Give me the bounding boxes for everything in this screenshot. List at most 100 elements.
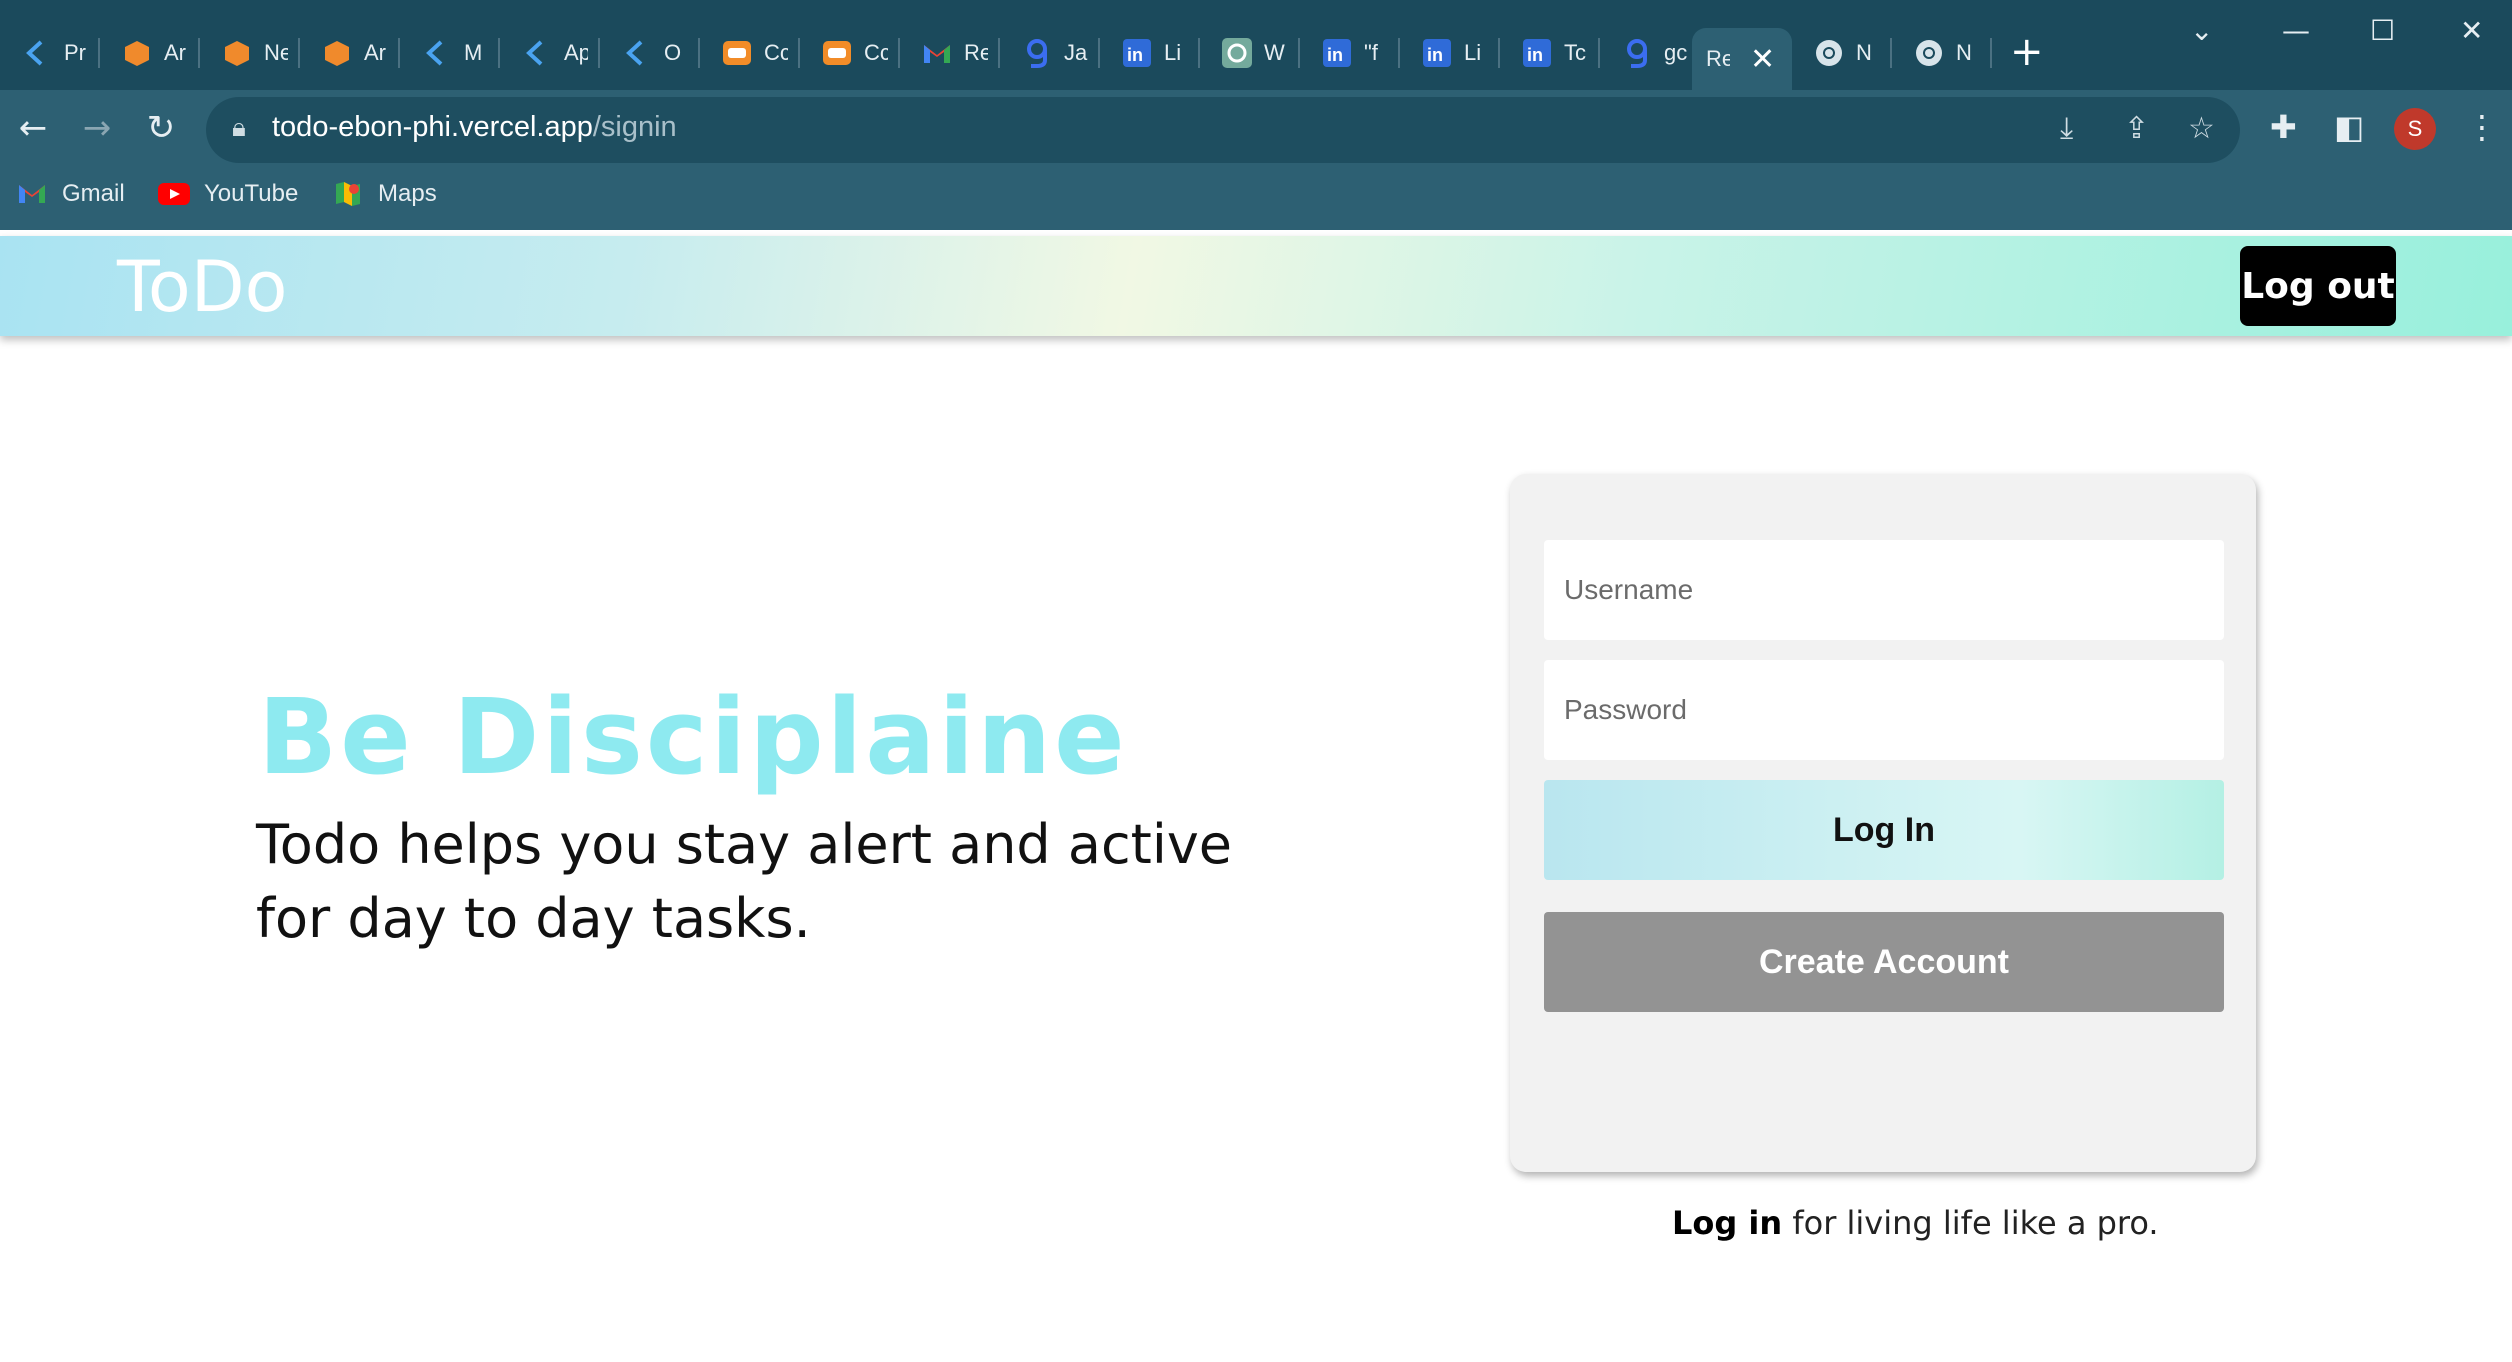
- codechef-icon: [822, 38, 852, 68]
- browser-tab[interactable]: Pr: [0, 28, 100, 78]
- back-icon[interactable]: ←: [8, 108, 58, 148]
- tab-title: Re: [964, 40, 988, 65]
- tab-title: Pr: [64, 40, 86, 65]
- url-host: todo-ebon-phi.vercel.app: [272, 111, 593, 143]
- tab-title: M: [464, 40, 483, 65]
- svg-text:in: in: [1527, 45, 1543, 65]
- linkedin-icon: in: [1122, 38, 1152, 68]
- tab-title: O: [664, 40, 682, 65]
- browser-tab[interactable]: in Li: [1100, 28, 1200, 78]
- tab-title: N: [1956, 40, 1972, 65]
- url-path: /signin: [592, 111, 677, 143]
- login-tagline: Log in for living life like a pro.: [1672, 1204, 2159, 1242]
- forward-icon[interactable]: →: [72, 108, 122, 148]
- browser-tab[interactable]: M: [400, 28, 500, 78]
- browser-tab[interactable]: Ar: [300, 28, 400, 78]
- gmail-icon: [922, 38, 952, 68]
- logout-button[interactable]: Log out: [2240, 246, 2396, 326]
- openai-icon: [1222, 38, 1252, 68]
- k-icon: [522, 38, 552, 68]
- linkedin-icon: in: [1422, 38, 1452, 68]
- browser-tab[interactable]: Ap: [500, 28, 600, 78]
- tab-title: N: [1856, 40, 1872, 65]
- svg-text:in: in: [1327, 45, 1343, 65]
- tab-search-icon[interactable]: ⌄: [2190, 14, 2213, 47]
- browser-tab[interactable]: Ne: [200, 28, 300, 78]
- browser-tab[interactable]: Cc: [700, 28, 800, 78]
- share-icon[interactable]: ⇪: [2124, 111, 2149, 146]
- browser-tab-active[interactable]: Re ✕: [1692, 28, 1792, 90]
- password-input[interactable]: [1544, 660, 2224, 760]
- tab-title: gc: [1664, 40, 1688, 65]
- svg-text:in: in: [1427, 45, 1443, 65]
- browser-tab[interactable]: in Li: [1400, 28, 1500, 78]
- box-icon: [122, 38, 152, 68]
- new-tab-button[interactable]: +: [2010, 30, 2044, 74]
- reload-icon[interactable]: ↻: [136, 108, 186, 148]
- tab-title: Ja: [1064, 40, 1088, 65]
- minimize-icon[interactable]: —: [2282, 14, 2310, 47]
- bookmark-label: Maps: [378, 180, 437, 207]
- username-input[interactable]: [1544, 540, 2224, 640]
- maps-icon: [332, 181, 364, 207]
- tab-divider: [1990, 38, 1992, 68]
- maximize-icon[interactable]: ☐: [2370, 14, 2395, 47]
- install-app-icon[interactable]: ⤓: [2060, 111, 2073, 146]
- browser-tab[interactable]: in "f: [1300, 28, 1400, 78]
- extensions-icon[interactable]: ✚: [2270, 108, 2297, 146]
- tab-title: Li: [1464, 40, 1482, 65]
- tab-title: Tc: [1564, 40, 1586, 65]
- app-brand[interactable]: ToDo: [117, 246, 287, 328]
- tab-title: Ar: [164, 40, 186, 65]
- close-window-icon[interactable]: ✕: [2460, 14, 2483, 47]
- g-icon: [1622, 38, 1652, 68]
- tagline-bold: Log in: [1672, 1204, 1783, 1242]
- box-icon: [222, 38, 252, 68]
- browser-tab[interactable]: gc: [1600, 28, 1692, 78]
- browser-tab[interactable]: N: [1792, 28, 1892, 78]
- linkedin-icon: in: [1522, 38, 1552, 68]
- tab-title: Re: [1706, 46, 1730, 71]
- bookmark-youtube[interactable]: YouTube: [158, 180, 298, 208]
- bookmark-star-icon[interactable]: ☆: [2188, 111, 2215, 146]
- bookmark-label: Gmail: [62, 180, 125, 207]
- linkedin-icon: in: [1322, 38, 1352, 68]
- g-icon: [1022, 38, 1052, 68]
- hero-title: Be Disciplaine: [258, 676, 1128, 798]
- bookmark-label: YouTube: [204, 180, 299, 207]
- gmail-icon: [16, 181, 48, 207]
- box-icon: [322, 38, 352, 68]
- codechef-icon: [722, 38, 752, 68]
- create-account-button[interactable]: Create Account: [1544, 912, 2224, 1012]
- k-icon: [422, 38, 452, 68]
- browser-tab[interactable]: N: [1892, 28, 1992, 78]
- browser-tab[interactable]: in Tc: [1500, 28, 1600, 78]
- address-bar[interactable]: 🔒︎ todo-ebon-phi.vercel.app/signin ⤓ ⇪ ☆: [206, 97, 2240, 163]
- menu-kebab-icon[interactable]: ⋮: [2466, 108, 2498, 146]
- close-tab-icon[interactable]: ✕: [1750, 42, 1775, 77]
- tab-title: Cc: [764, 40, 788, 65]
- bookmark-maps[interactable]: Maps: [332, 180, 437, 208]
- youtube-icon: [158, 181, 190, 207]
- chrome-icon: [1814, 38, 1844, 68]
- k-icon: [22, 38, 52, 68]
- svg-text:in: in: [1127, 45, 1143, 65]
- profile-avatar[interactable]: S: [2394, 108, 2436, 150]
- tab-title: W: [1264, 40, 1285, 65]
- bookmark-gmail[interactable]: Gmail: [16, 180, 125, 208]
- tab-title: Ne: [264, 40, 288, 65]
- tab-title: Ap: [564, 40, 588, 65]
- lock-icon: 🔒︎: [232, 113, 246, 143]
- side-panel-icon[interactable]: ◧: [2334, 108, 2364, 146]
- browser-tab-strip: Pr Ar Ne Ar M Ap O Cc Cc Re Ja in Li W i…: [0, 0, 2512, 90]
- hero-subtitle: Todo helps you stay alert and active for…: [256, 813, 1233, 950]
- browser-tab[interactable]: Re: [900, 28, 1000, 78]
- browser-tab[interactable]: Cc: [800, 28, 900, 78]
- browser-tab[interactable]: Ja: [1000, 28, 1100, 78]
- browser-tab[interactable]: O: [600, 28, 700, 78]
- browser-tab[interactable]: Ar: [100, 28, 200, 78]
- browser-tab[interactable]: W: [1200, 28, 1300, 78]
- app-header: ToDo Log out: [0, 236, 2512, 336]
- login-button[interactable]: Log In: [1544, 780, 2224, 880]
- login-card: Log In Create Account: [1510, 474, 2256, 1172]
